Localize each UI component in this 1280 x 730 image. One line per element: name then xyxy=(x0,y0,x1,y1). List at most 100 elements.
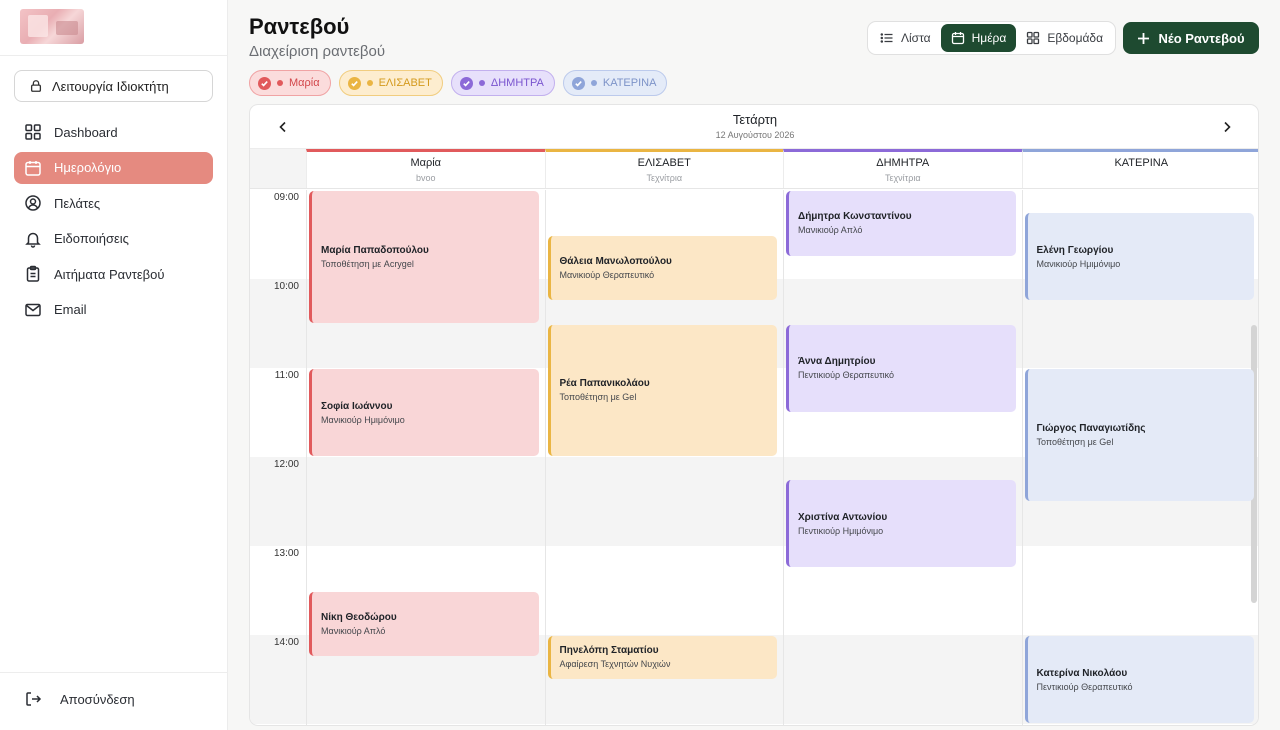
sidebar: Λειτουργία Ιδιοκτήτη Dashboard Ημερολόγι… xyxy=(0,0,228,730)
appointment-card[interactable]: Σοφία Ιωάννου Μανικιούρ Ημιμόνιμο xyxy=(309,369,539,456)
filter-chip-label: Μαρία xyxy=(289,77,320,89)
appointment-service: Πεντικιούρ Θεραπευτικό xyxy=(1036,681,1133,692)
appointment-client: Ρέα Παπανικολάου xyxy=(559,378,650,390)
appointment-service: Τοποθέτηση με Gel xyxy=(1036,436,1114,447)
sidebar-item-calendar[interactable]: Ημερολόγιο xyxy=(14,151,213,184)
appointment-card[interactable]: Δήμητρα Κωνσταντίνου Μανικιούρ Απλό xyxy=(786,191,1016,256)
column-divider xyxy=(783,190,784,725)
page-subtitle: Διαχείριση ραντεβού xyxy=(249,43,386,60)
check-circle-icon xyxy=(459,76,473,90)
filter-chip-label: ΕΛΙΣΑΒΕΤ xyxy=(378,77,432,89)
mail-icon xyxy=(25,303,41,316)
view-list-button[interactable]: Λίστα xyxy=(870,24,941,52)
filter-chip-elisavet[interactable]: ΕΛΙΣΑΒΕΤ xyxy=(338,70,443,96)
page-title: Ραντεβού xyxy=(249,14,350,39)
view-day-button[interactable]: Ημέρα xyxy=(940,24,1017,52)
time-label: 13:00 xyxy=(273,548,299,559)
filter-chip-dimitra[interactable]: ΔΗΜΗΤΡΑ xyxy=(450,70,555,96)
appointment-card[interactable]: Νίκη Θεοδώρου Μανικιούρ Απλό xyxy=(309,591,539,657)
filter-chip-katerina[interactable]: ΚΑΤΕΡΙΝΑ xyxy=(562,70,668,96)
check-circle-icon xyxy=(258,76,271,90)
dashboard-icon xyxy=(25,124,41,140)
appointment-card[interactable]: Ρέα Παπανικολάου Τοποθέτηση με Gel xyxy=(547,324,777,456)
staff-column-dimitra: ΔΗΜΗΤΡΑ Τεχνίτρια xyxy=(783,149,1022,188)
appointment-card[interactable]: Ελένη Γεωργίου Μανικιούρ Ημιμόνιμο xyxy=(1024,213,1254,301)
user-circle-icon xyxy=(25,195,41,211)
staff-column-katerina: ΚΑΤΕΡΙΝΑ xyxy=(1021,149,1258,188)
appointment-service: Μανικιούρ Ημιμόνιμο xyxy=(321,414,405,425)
owner-mode-button[interactable]: Λειτουργία Ιδιοκτήτη xyxy=(14,70,213,102)
view-week-label: Εβδομάδα xyxy=(1047,31,1104,45)
new-appointment-label: Νέο Ραντεβού xyxy=(1158,30,1245,46)
staff-role: Τεχνίτρια xyxy=(884,173,921,183)
calendar-icon xyxy=(25,160,41,176)
staff-filters: Μαρία ΕΛΙΣΑΒΕΤ ΔΗΜΗΤΡΑ ΚΑΤΕΡΙΝΑ xyxy=(249,70,668,96)
appointment-client: Δήμητρα Κωνσταντίνου xyxy=(798,211,912,223)
staff-name: ΔΗΜΗΤΡΑ xyxy=(876,157,930,169)
sidebar-item-email[interactable]: Email xyxy=(14,294,213,326)
sidebar-item-dashboard[interactable]: Dashboard xyxy=(14,116,213,148)
appointment-card[interactable]: Θάλεια Μανωλοπούλου Μανικιούρ Θεραπευτικό xyxy=(547,235,777,301)
appointment-client: Γιώργος Παναγιωτίδης xyxy=(1036,422,1146,434)
grid-icon xyxy=(1027,31,1040,45)
time-label: 09:00 xyxy=(273,192,299,203)
view-list-label: Λίστα xyxy=(901,31,931,45)
color-dot xyxy=(277,80,283,86)
day-date: 12 Αυγούστου 2026 xyxy=(715,130,795,140)
filter-chip-label: ΚΑΤΕΡΙΝΑ xyxy=(602,77,657,89)
appointment-service: Πεντικιούρ Ημιμόνιμο xyxy=(798,525,884,536)
color-dot xyxy=(478,80,485,86)
staff-column-headers: Μαρία bvoo ΕΛΙΣΑΒΕΤ Τεχνίτρια ΔΗΜΗΤΡΑ Τε… xyxy=(306,149,1258,189)
sidebar-item-notifications[interactable]: Ειδοποιήσεις xyxy=(14,223,213,255)
appointment-service: Τοποθέτηση με Gel xyxy=(559,392,637,403)
check-circle-icon xyxy=(347,76,361,90)
staff-name: ΕΛΙΣΑΒΕΤ xyxy=(637,157,691,169)
view-week-button[interactable]: Εβδομάδα xyxy=(1016,24,1113,52)
sidebar-item-label: Dashboard xyxy=(54,124,118,140)
logout-label: Αποσύνδεση xyxy=(60,691,135,707)
time-grid[interactable]: 09:00 10:00 11:00 12:00 13:00 14:00 Μαρία Παπα… xyxy=(250,190,1258,725)
appointment-card[interactable]: Άννα Δημητρίου Πεντικιούρ Θεραπευτικό xyxy=(786,324,1016,412)
day-calendar: Τετάρτη 12 Αυγούστου 2026 Μαρία bvoo ΕΛΙ… xyxy=(249,104,1259,726)
appointment-card[interactable]: Μαρία Παπαδοπούλου Τοποθέτηση με Acrygel xyxy=(309,191,539,323)
appointment-client: Μαρία Παπαδοπούλου xyxy=(321,244,429,256)
calendar-icon xyxy=(951,32,964,45)
appointment-card[interactable]: Χριστίνα Αντωνίου Πεντικιούρ Ημιμόνιμο xyxy=(786,480,1016,568)
staff-name: Μαρία xyxy=(410,157,442,169)
check-circle-icon xyxy=(571,76,585,90)
chevron-right-icon[interactable] xyxy=(1218,118,1236,136)
view-switcher: Λίστα Ημέρα Εβδομάδα xyxy=(867,21,1116,55)
appointment-client: Θάλεια Μανωλοπούλου xyxy=(559,255,672,267)
sidebar-item-appointment-requests[interactable]: Αιτήματα Ραντεβού xyxy=(14,258,213,290)
sidebar-item-clients[interactable]: Πελάτες xyxy=(14,187,213,219)
bell-icon xyxy=(25,232,41,248)
color-dot xyxy=(366,80,373,86)
appointment-card[interactable]: Πηνελόπη Σταματίου Αφαίρεση Τεχνητών Νυχι… xyxy=(547,636,777,679)
sidebar-divider-bottom xyxy=(0,672,228,673)
time-label: 12:00 xyxy=(273,459,299,470)
column-divider xyxy=(544,190,546,725)
logout-button[interactable]: Αποσύνδεση xyxy=(24,690,135,708)
staff-role: Τεχνίτρια xyxy=(646,173,683,183)
filter-chip-maria[interactable]: Μαρία xyxy=(249,70,331,96)
new-appointment-button[interactable]: Νέο Ραντεβού xyxy=(1123,22,1259,54)
appointment-service: Τοποθέτηση με Acrygel xyxy=(321,258,414,269)
appointment-client: Σοφία Ιωάννου xyxy=(321,400,393,412)
lock-icon xyxy=(30,80,42,92)
list-icon xyxy=(880,33,893,43)
staff-role: bvoo xyxy=(415,173,436,183)
sidebar-item-label: Αιτήματα Ραντεβού xyxy=(54,266,165,282)
sidebar-nav: Dashboard Ημερολόγιο Πελάτες Ειδοποιήσει… xyxy=(14,116,213,329)
staff-column-elisavet: ΕΛΙΣΑΒΕΤ Τεχνίτρια xyxy=(544,149,783,188)
sidebar-item-label: Ημερολόγιο xyxy=(54,160,122,175)
appointment-service: Μανικιούρ Απλό xyxy=(321,625,386,636)
time-label: 10:00 xyxy=(273,281,299,292)
plus-icon xyxy=(1138,32,1150,44)
appointment-card[interactable]: Γιώργος Παναγιωτίδης Τοποθέτηση με Gel xyxy=(1024,369,1254,501)
appointment-card[interactable]: Κατερίνα Νικολάου Πεντικιούρ Θεραπευτικό xyxy=(1024,636,1254,723)
appointment-client: Κατερίνα Νικολάου xyxy=(1036,667,1128,679)
filter-chip-label: ΔΗΜΗΤΡΑ xyxy=(490,77,544,89)
clipboard-icon xyxy=(26,265,40,282)
salon-logo[interactable] xyxy=(20,9,84,44)
calendar-date-header: Τετάρτη 12 Αυγούστου 2026 xyxy=(250,105,1258,149)
